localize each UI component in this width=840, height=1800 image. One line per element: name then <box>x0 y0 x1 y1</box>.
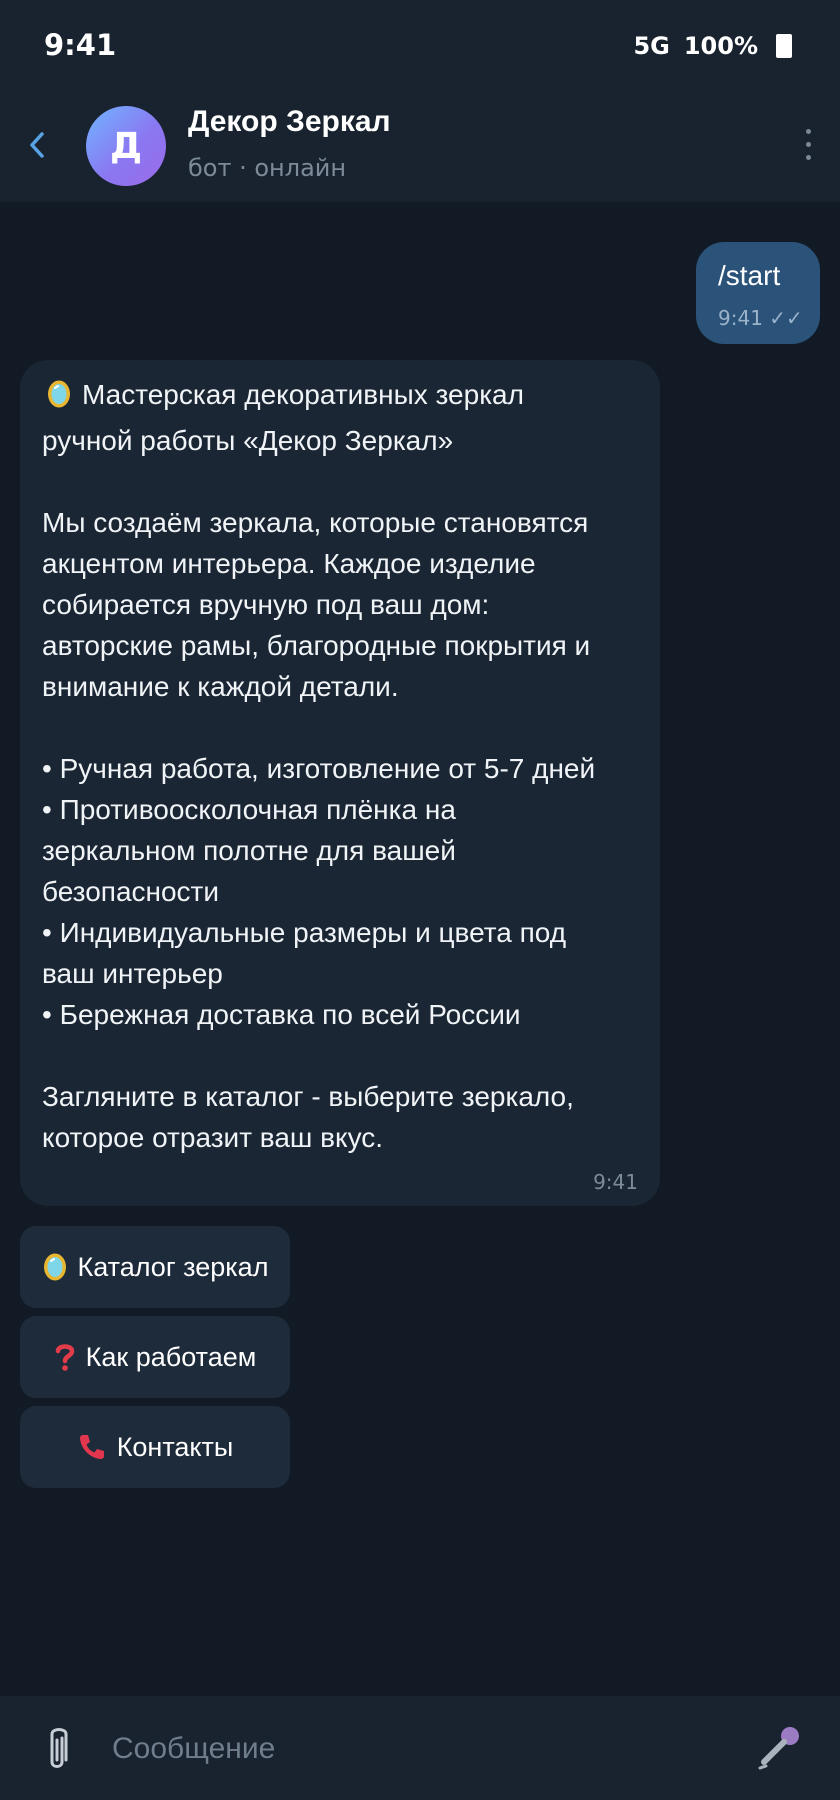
outgoing-message[interactable]: /start 9:41 ✓✓ <box>696 242 820 344</box>
message-line: внимание к каждой детали. <box>42 671 399 702</box>
message-composer <box>0 1696 840 1800</box>
chat-screen: 9:41 5G 100% Д Декор Зеркал бот · онлайн… <box>0 0 840 1800</box>
message-line: ручной работы «Декор Зеркал» <box>42 425 454 456</box>
catalog-button-label: Каталог зеркал <box>77 1251 269 1282</box>
catalog-button[interactable]: Каталог зеркал <box>20 1226 290 1308</box>
how-we-work-button[interactable]: Как работаем <box>20 1316 290 1398</box>
message-line: безопасности <box>42 876 220 907</box>
mirror-icon <box>42 1252 68 1282</box>
message-line: которое отразит ваш вкус. <box>42 1122 384 1153</box>
microphone-icon[interactable] <box>754 1722 804 1772</box>
avatar[interactable]: Д <box>86 106 166 186</box>
message-line: • Противоосколочная плёнка на <box>42 794 456 825</box>
phone-icon <box>77 1432 107 1462</box>
attach-icon[interactable] <box>40 1724 74 1776</box>
message-line-text: Мастерская декоративных зеркал <box>82 379 524 410</box>
outgoing-message-time: 9:41 ✓✓ <box>718 306 803 330</box>
how-we-work-button-label: Как работаем <box>85 1341 257 1372</box>
outgoing-message-text: /start <box>718 260 781 291</box>
message-line: • Индивидуальные размеры и цвета под <box>42 917 567 948</box>
message-line: авторские рамы, благородные покрытия и <box>42 630 591 661</box>
more-menu-icon[interactable] <box>794 118 822 170</box>
network-indicator: 5G <box>633 32 670 60</box>
message-line: акцентом интерьера. Каждое изделие <box>42 548 536 579</box>
chat-status: бот · онлайн <box>188 154 347 182</box>
contacts-button[interactable]: Контакты <box>20 1406 290 1488</box>
message-line: ваш интерьер <box>42 958 223 989</box>
message-line: собирается вручную под ваш дом: <box>42 589 490 620</box>
incoming-message[interactable]: Мастерская декоративных зеркал ручной ра… <box>20 360 660 1206</box>
battery-percent: 100% <box>683 32 758 60</box>
message-line: зеркальном полотне для вашей <box>42 835 456 866</box>
status-bar: 9:41 5G 100% <box>0 0 840 92</box>
message-input[interactable] <box>112 1722 712 1776</box>
back-icon[interactable] <box>22 122 52 168</box>
battery-icon <box>776 34 792 58</box>
status-time: 9:41 <box>44 28 117 62</box>
mirror-icon <box>46 379 72 420</box>
message-line: Мы создаём зеркала, которые становятся <box>42 507 589 538</box>
incoming-message-text: Мастерская декоративных зеркал ручной ра… <box>42 374 648 1158</box>
chat-header: Д Декор Зеркал бот · онлайн <box>0 92 840 202</box>
status-indicators: 5G 100% <box>633 32 792 60</box>
question-icon <box>54 1342 76 1372</box>
message-line: Загляните в каталог - выберите зеркало, <box>42 1081 574 1112</box>
message-line: Мастерская декоративных зеркал <box>42 374 648 420</box>
message-line: • Ручная работа, изготовление от 5-7 дне… <box>42 753 596 784</box>
contacts-button-label: Контакты <box>116 1431 234 1462</box>
incoming-message-time: 9:41 <box>593 1170 638 1194</box>
message-line: • Бережная доставка по всей России <box>42 999 521 1030</box>
chat-title[interactable]: Декор Зеркал <box>188 105 391 139</box>
